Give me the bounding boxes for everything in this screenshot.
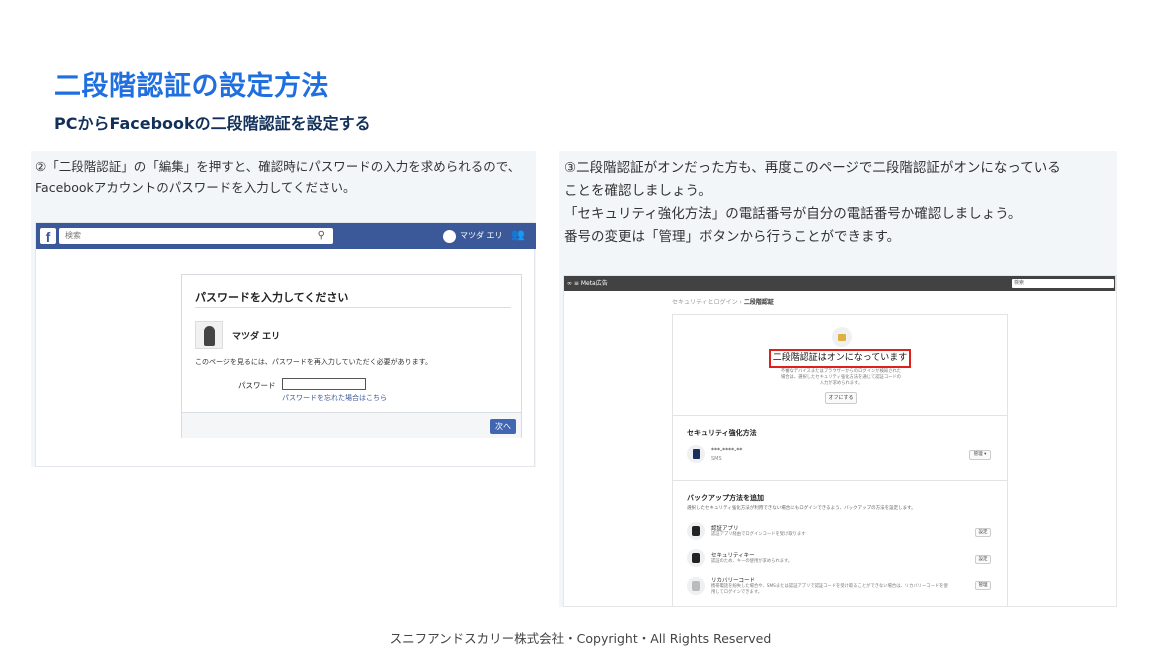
search-placeholder: 検索 <box>65 231 81 240</box>
facebook-top-bar: f 検索 ⚲ マツダ エリ 👥 <box>36 223 536 249</box>
facebook-user-name: マツダ エリ <box>460 231 503 240</box>
lock-icon <box>832 327 852 347</box>
backup-description: 選択したセキュリティ強化方法が利用できない場合にもログインできるよう、バックアッ… <box>687 506 916 511</box>
meta-screenshot: ∞ ≡ Meta広告 検索 セキュリティとログイン › 二段階認証 二段階認証は… <box>563 275 1117 607</box>
copyright-footer: スニフアンドスカリー株式会社・Copyright・All Rights Rese… <box>389 631 772 646</box>
security-method-heading: セキュリティ強化方法 <box>687 429 757 437</box>
facebook-profile-link[interactable]: マツダ エリ <box>443 228 503 244</box>
breadcrumb: セキュリティとログイン › 二段階認証 <box>672 297 774 306</box>
phone-icon <box>687 445 705 463</box>
password-input[interactable] <box>282 378 366 390</box>
backup-setup-button[interactable]: 設定 <box>975 555 991 564</box>
slide: 二段階認証の設定方法 PCからFacebookの二段階認証を設定する ②「二段階… <box>0 0 1161 658</box>
backup-item-title: リカバリーコード <box>711 578 756 584</box>
facebook-search-input[interactable]: 検索 ⚲ <box>59 228 333 244</box>
authenticator-app-icon <box>687 522 705 540</box>
step3-panel: ③二段階認証がオンだった方も、再度このページで二段階認証がオンになっている こと… <box>559 151 1117 607</box>
dialog-user-name: マツダ エリ <box>232 332 281 342</box>
recovery-code-icon <box>687 577 705 595</box>
caption-line: 番号の変更は「管理」ボタンから行うことができます。 <box>564 229 901 245</box>
divider <box>673 415 1007 416</box>
slide-title: 二段階認証の設定方法 <box>54 71 329 102</box>
step2-caption: ②「二段階認証」の「編集」を押すと、確認時にパスワードの入力を求められるので、 … <box>35 159 521 195</box>
next-button[interactable]: 次へ <box>490 419 516 434</box>
meta-brand[interactable]: ∞ ≡ Meta広告 <box>567 278 608 287</box>
breadcrumb-current: 二段階認証 <box>743 299 774 306</box>
divider <box>673 480 1007 481</box>
backup-item-title: セキュリティキー <box>711 553 755 559</box>
status-description: 不審なデバイスまたはブラウザーからのログインが検知された場合は、選択したセキュリ… <box>780 369 902 386</box>
backup-item-title: 認証アプリ <box>711 526 739 532</box>
step2-panel: ②「二段階認証」の「編集」を押すと、確認時にパスワードの入力を求められるので、 … <box>31 151 536 467</box>
phone-method: SMS <box>711 456 722 462</box>
meta-search-input[interactable]: 検索 <box>1012 279 1114 288</box>
status-title: 二段階認証はオンになっています <box>769 349 911 368</box>
backup-heading: バックアップ方法を追加 <box>687 494 764 502</box>
profile-photo <box>195 321 223 349</box>
caption-line: ことを確認しましょう。 <box>564 183 712 199</box>
backup-manage-button[interactable]: 管理 <box>975 581 991 590</box>
forgot-password-link[interactable]: パスワードを忘れた場合はこちら <box>282 393 387 403</box>
phone-number: ***-****-** <box>711 447 743 454</box>
password-dialog: パスワードを入力してください マツダ エリ このページを見るには、パスワードを再… <box>181 274 522 438</box>
scrollbar[interactable] <box>1115 276 1116 291</box>
caption-line: ③二段階認証がオンだった方も、再度このページで二段階認証がオンになっている <box>564 160 1061 176</box>
meta-top-bar: ∞ ≡ Meta広告 検索 <box>564 276 1116 291</box>
backup-setup-button[interactable]: 設定 <box>975 528 991 537</box>
backup-item-sub: 認証のため、キーの使用が求められます。 <box>711 559 793 564</box>
caption-line: 「セキュリティ強化方法」の電話番号が自分の電話番号か確認しましょう。 <box>564 206 1022 222</box>
friends-icon[interactable]: 👥 <box>511 228 525 241</box>
facebook-logo-icon[interactable]: f <box>40 228 56 245</box>
avatar <box>443 229 456 243</box>
breadcrumb-parent[interactable]: セキュリティとログイン › <box>672 299 742 306</box>
password-label: パスワード <box>238 381 276 390</box>
backup-item-sub: 携帯電話を紛失した場合や、SMSまたは認証アプリで認証コードを受け取ることができ… <box>711 584 948 595</box>
turn-off-button[interactable]: オフにする <box>825 392 857 404</box>
facebook-screenshot: f 検索 ⚲ マツダ エリ 👥 パスワードを入力してください マツダ エリ この… <box>35 222 536 467</box>
two-factor-card: 二段階認証はオンになっています 不審なデバイスまたはブラウザーからのログインが検… <box>672 314 1008 606</box>
manage-button[interactable]: 管理 ▾ <box>969 450 991 460</box>
step3-caption: ③二段階認証がオンだった方も、再度このページで二段階認証がオンになっている こと… <box>564 157 1112 249</box>
dialog-description: このページを見るには、パスワードを再入力していただく必要があります。 <box>195 358 432 366</box>
security-key-icon <box>687 549 705 567</box>
slide-subtitle: PCからFacebookの二段階認証を設定する <box>54 114 371 133</box>
backup-item-sub: 認証アプリ経由でログインコードを受け取ります <box>711 532 806 537</box>
dialog-footer: 次へ <box>182 412 521 438</box>
divider <box>195 307 511 308</box>
search-icon[interactable]: ⚲ <box>318 228 325 244</box>
dialog-title: パスワードを入力してください <box>195 291 349 304</box>
